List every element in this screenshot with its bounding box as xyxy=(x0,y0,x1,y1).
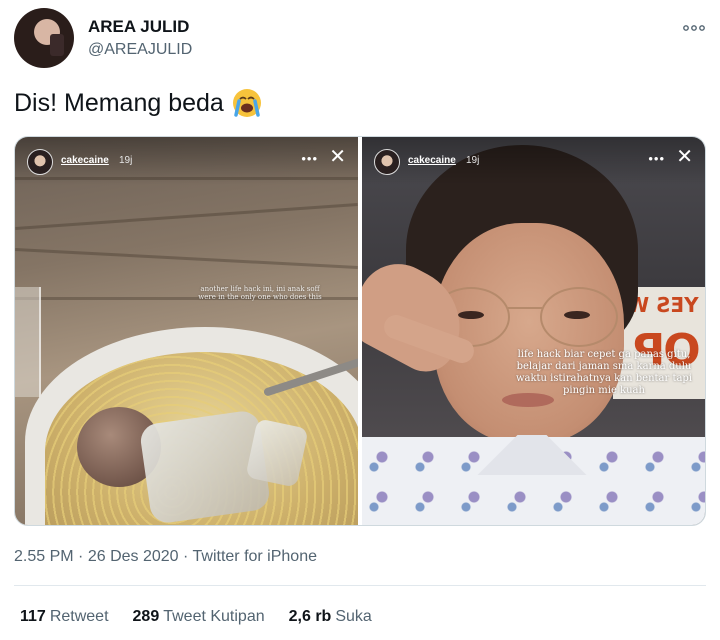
tweet-text: Dis! Memang beda xyxy=(14,88,224,117)
tweet-source[interactable]: Twitter for iPhone xyxy=(193,548,318,565)
story-more-icon: ••• xyxy=(648,151,665,166)
story-close-icon: ✕ xyxy=(676,146,693,168)
story-username: cakecaine xyxy=(408,155,456,166)
quote-tweet-stat[interactable]: 289 Tweet Kutipan xyxy=(133,608,265,626)
story-caption: life hack biar cepet ga panas gitu, bela… xyxy=(515,349,693,396)
divider xyxy=(14,585,706,586)
story-time: 19j xyxy=(119,155,133,166)
story-close-icon: ✕ xyxy=(329,146,346,168)
quote-count: 289 xyxy=(132,608,160,625)
story-time: 19j xyxy=(466,155,480,166)
tweet-meta: 2.55 PM · 26 Des 2020 · Twitter for iPho… xyxy=(14,548,317,566)
story-username: cakecaine xyxy=(61,155,109,166)
tweet-header: AREA JULID @AREAJULID xyxy=(14,8,706,72)
separator: · xyxy=(183,548,193,565)
story-caption: another life hack ini, ini anak soff wer… xyxy=(198,285,322,302)
story-avatar xyxy=(374,149,400,175)
tweet-body: Dis! Memang beda xyxy=(14,88,262,118)
media-grid[interactable]: cakecaine 19j ••• ✕ another life hack in… xyxy=(14,136,706,526)
like-stat[interactable]: 2,6 rb Suka xyxy=(289,608,372,626)
story-more-icon: ••• xyxy=(301,151,318,166)
story-avatar xyxy=(27,149,53,175)
retweet-count: 117 xyxy=(20,608,46,625)
tweet-stats: 117 Retweet 289 Tweet Kutipan 2,6 rb Suka xyxy=(20,608,372,626)
crying-face-icon xyxy=(232,88,262,118)
retweet-stat[interactable]: 117 Retweet xyxy=(20,608,109,626)
author-name[interactable]: AREA JULID xyxy=(88,17,189,37)
tweet-time[interactable]: 2.55 PM xyxy=(14,548,74,565)
quote-label: Tweet Kutipan xyxy=(163,608,265,625)
sign-text-small: YES W xyxy=(627,293,699,317)
story-image-right[interactable]: YES W OP cakecaine 19j ••• ✕ life hack b… xyxy=(362,137,705,525)
more-options-icon[interactable] xyxy=(682,20,706,34)
tweet-date[interactable]: 26 Des 2020 xyxy=(88,548,179,565)
story-image-left[interactable]: cakecaine 19j ••• ✕ another life hack in… xyxy=(15,137,358,525)
avatar[interactable] xyxy=(14,8,74,68)
retweet-label: Retweet xyxy=(49,608,109,625)
like-count: 2,6 rb xyxy=(288,608,332,625)
author-handle[interactable]: @AREAJULID xyxy=(88,41,192,59)
like-label: Suka xyxy=(335,608,372,625)
separator: · xyxy=(78,548,88,565)
